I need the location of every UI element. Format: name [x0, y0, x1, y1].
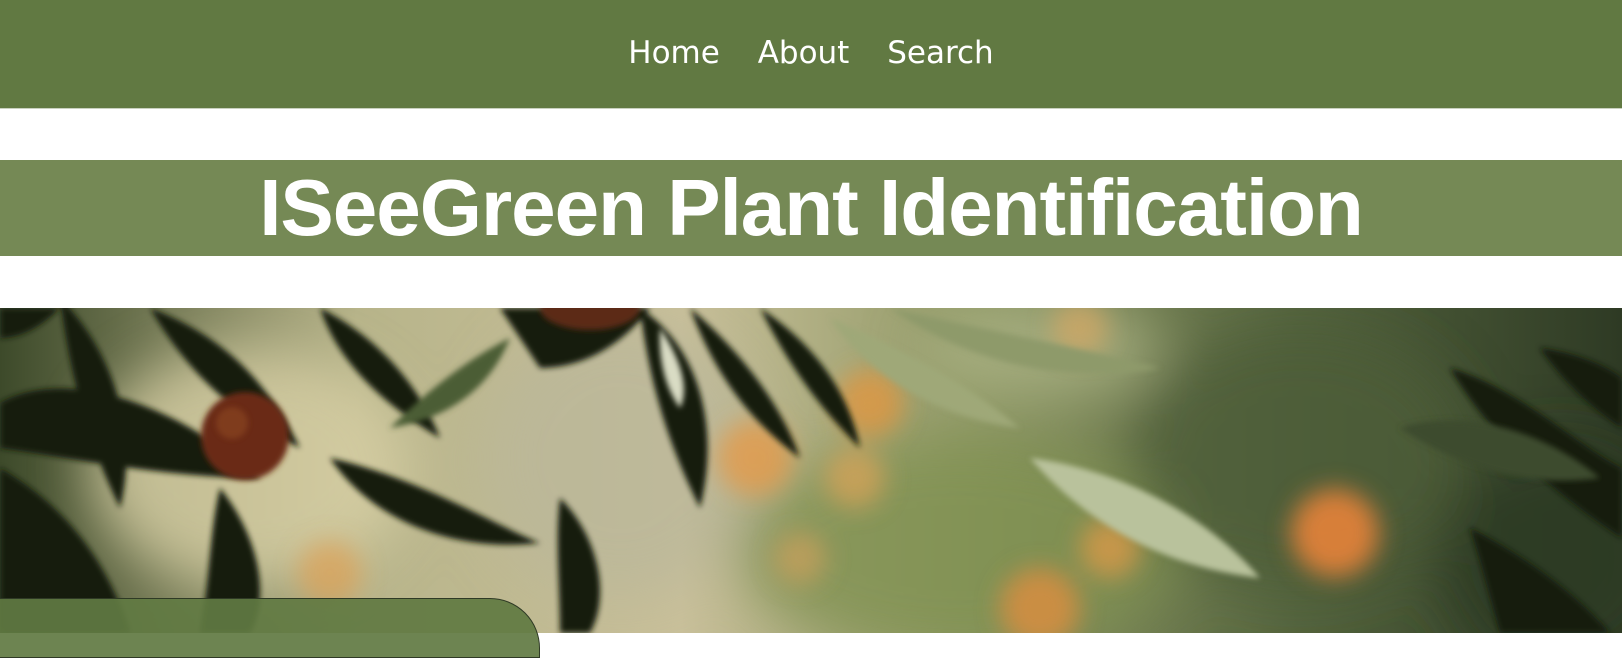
nav-link-search[interactable]: Search — [887, 33, 994, 73]
hero-photo — [0, 308, 1622, 633]
nav-link-home[interactable]: Home — [628, 33, 720, 73]
page-title: ISeeGreen Plant Identification — [259, 163, 1364, 252]
nav-link-about[interactable]: About — [758, 33, 850, 73]
info-card — [0, 598, 540, 658]
title-banner: ISeeGreen Plant Identification — [0, 160, 1622, 256]
top-navbar: Home About Search — [0, 0, 1622, 109]
hero-image — [0, 308, 1622, 633]
nav-links: Home About Search — [0, 33, 1622, 73]
